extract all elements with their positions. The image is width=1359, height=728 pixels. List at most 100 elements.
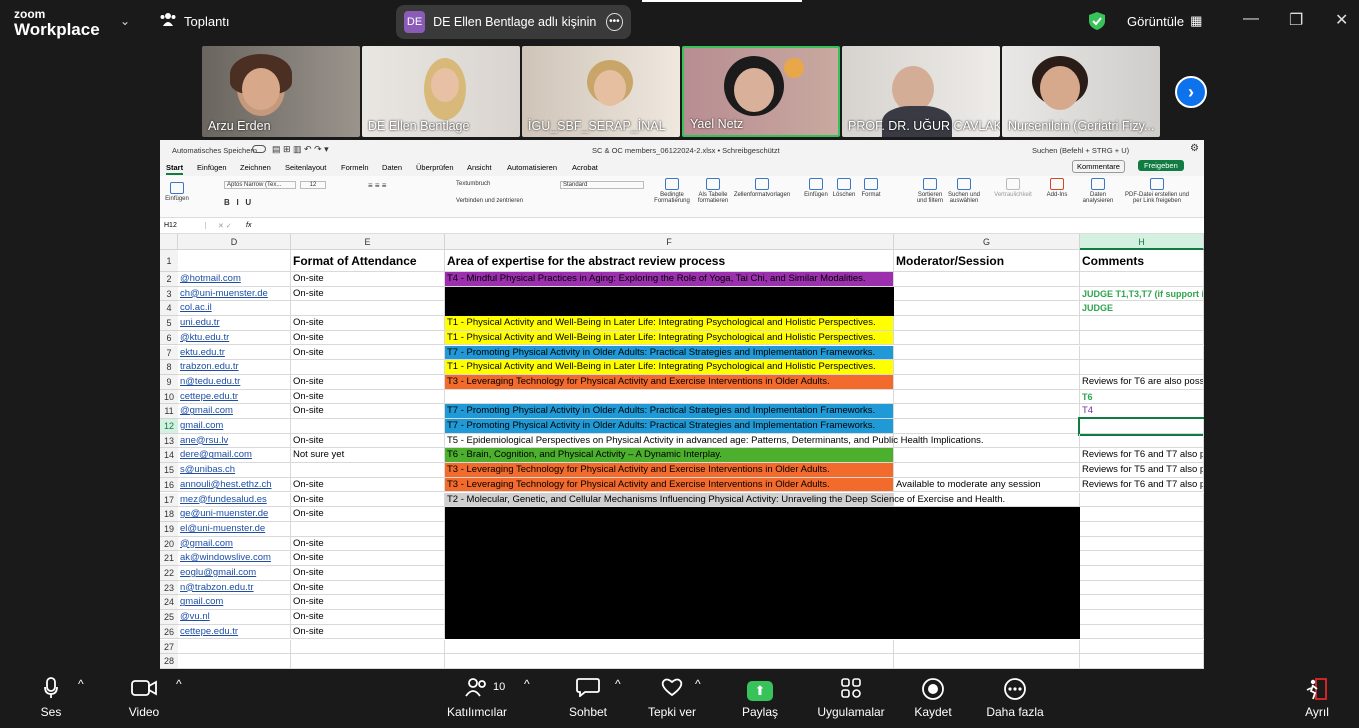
cell-h[interactable] [1080, 507, 1204, 522]
insert-cells-button[interactable]: Einfügen [802, 178, 830, 198]
cell-h[interactable]: JUDGE [1080, 301, 1204, 317]
chat-button[interactable]: Sohbet [566, 677, 610, 719]
wrap-text-button[interactable]: Textumbruch [456, 181, 490, 187]
cell-e[interactable]: On-site [291, 595, 445, 611]
cell-e[interactable] [291, 654, 445, 669]
row-header[interactable]: 14 [160, 448, 178, 464]
cell-f[interactable]: T7 - Promoting Physical Activity in Olde… [445, 404, 894, 419]
shield-check-icon[interactable] [1088, 11, 1106, 31]
next-page-button[interactable]: › [1175, 76, 1207, 108]
cell-d[interactable]: col.ac.il [178, 301, 291, 317]
conditional-format-button[interactable]: Bedingte Formatierung [653, 178, 691, 204]
analyze-data-button[interactable]: Daten analysieren [1078, 178, 1118, 204]
react-button[interactable]: Tepki ver [647, 677, 697, 719]
cell-f[interactable]: T3 - Leveraging Technology for Physical … [445, 477, 894, 493]
cell-e[interactable]: On-site [291, 507, 445, 522]
merge-center-button[interactable]: Verbinden und zentrieren [456, 198, 523, 204]
video-tile[interactable]: PROF. DR. UĞUR CAVLAK [842, 46, 1000, 137]
cell-h[interactable] [1080, 639, 1204, 655]
row-header[interactable]: 3 [160, 286, 178, 302]
tab-start[interactable]: Start [166, 163, 184, 175]
more-options-icon[interactable]: ••• [605, 13, 623, 31]
cell-d[interactable]: n@trabzon.edu.tr [178, 580, 291, 596]
more-button[interactable]: Daha fazla [986, 677, 1044, 719]
cell-h[interactable] [1080, 566, 1204, 581]
row-header[interactable]: 27 [160, 639, 178, 655]
cell-e[interactable] [291, 521, 445, 537]
sort-filter-button[interactable]: Sortieren und filtern [913, 178, 947, 204]
chevron-up-icon[interactable]: ^ [615, 677, 621, 691]
row-header[interactable]: 16 [160, 477, 178, 493]
cell-e[interactable]: On-site [291, 551, 445, 566]
record-button[interactable]: Kaydet [913, 677, 953, 719]
cell-h[interactable] [1080, 610, 1204, 625]
cell-d[interactable]: n@tedu.edu.tr [178, 374, 291, 390]
cell-h[interactable]: T6 [1080, 389, 1204, 405]
tab-data[interactable]: Daten [382, 163, 402, 172]
share-excel-button[interactable]: Freigeben [1138, 160, 1184, 171]
cell-d[interactable] [178, 639, 291, 655]
column-title-e[interactable]: Format of Attendance [291, 250, 445, 272]
cell-e[interactable]: Not sure yet [291, 448, 445, 464]
cell-f[interactable] [445, 389, 894, 405]
row-header[interactable]: 15 [160, 463, 178, 478]
column-header-e[interactable]: E [291, 234, 445, 250]
chevron-up-icon[interactable]: ^ [176, 677, 182, 691]
search-box[interactable]: Suchen (Befehl + STRG + U) [1032, 146, 1129, 155]
sensitivity-button[interactable]: Vertraulichkeit [990, 178, 1036, 198]
cell-d[interactable]: @ktu.edu.tr [178, 330, 291, 346]
chevron-up-icon[interactable]: ^ [524, 677, 530, 691]
autosave-toggle[interactable] [252, 145, 266, 153]
cell-h[interactable] [1080, 433, 1204, 449]
row-header[interactable]: 25 [160, 610, 178, 625]
row-header[interactable]: 13 [160, 433, 178, 449]
cell-d[interactable]: ch@uni-muenster.de [178, 286, 291, 302]
cell-e[interactable] [291, 360, 445, 375]
cell-f[interactable]: T7 - Promoting Physical Activity in Olde… [445, 345, 894, 361]
column-header-g[interactable]: G [894, 234, 1080, 250]
screen-share-indicator[interactable]: DE DE Ellen Bentlage adlı kişinin ekra •… [396, 5, 631, 39]
cell-h[interactable]: JUDGE T1,T3,T7 (if support is [1080, 286, 1204, 302]
cell-h[interactable] [1080, 521, 1204, 537]
cell-d[interactable]: mez@fundesalud.es [178, 492, 291, 508]
cell-e[interactable]: On-site [291, 624, 445, 640]
cell-d[interactable]: el@uni-muenster.de [178, 521, 291, 537]
row-header[interactable]: 20 [160, 536, 178, 552]
row-header[interactable]: 6 [160, 330, 178, 346]
cell-e[interactable]: On-site [291, 316, 445, 331]
cell-h[interactable] [1080, 330, 1204, 346]
column-title-g[interactable]: Moderator/Session [894, 250, 1080, 272]
cell-e[interactable]: On-site [291, 492, 445, 508]
tab-automate[interactable]: Automatisieren [507, 163, 557, 172]
cell-g[interactable]: Available to moderate any session [894, 477, 1080, 493]
cell-g[interactable] [894, 419, 1080, 434]
cell-g[interactable] [894, 404, 1080, 419]
column-title-h[interactable]: Comments [1080, 250, 1204, 272]
cell-f[interactable]: T4 - Mindful Physical Practices in Aging… [445, 272, 894, 287]
cell-f[interactable]: T7 - Promoting Physical Activity in Olde… [445, 419, 894, 434]
cell-d[interactable]: dere@gmail.com [178, 448, 291, 464]
cell-d[interactable]: cettepe.edu.tr [178, 389, 291, 405]
cell-d[interactable]: eoglu@gmail.com [178, 566, 291, 581]
meeting-menu-button[interactable]: Toplantı [160, 12, 230, 31]
cell-e[interactable] [291, 639, 445, 655]
paste-button[interactable]: Einfügen [164, 182, 190, 202]
tab-draw[interactable]: Zeichnen [240, 163, 271, 172]
cell-h[interactable] [1080, 272, 1204, 287]
cell-h[interactable] [1080, 316, 1204, 331]
cell-h[interactable] [1080, 595, 1204, 611]
restore-icon[interactable]: ❐ [1289, 10, 1303, 30]
leave-button[interactable]: Ayrıl [1302, 677, 1332, 719]
cell-e[interactable]: On-site [291, 404, 445, 419]
cell-g[interactable] [894, 433, 1080, 449]
tab-layout[interactable]: Seitenlayout [285, 163, 326, 172]
cell-f[interactable]: T6 - Brain, Cognition, and Physical Acti… [445, 448, 894, 464]
cell-d[interactable]: gmail.com [178, 419, 291, 434]
cell-d[interactable]: @gmail.com [178, 404, 291, 419]
cell-d[interactable]: gmail.com [178, 595, 291, 611]
minimize-icon[interactable]: — [1243, 10, 1259, 28]
cell-h[interactable]: Reviews for T6 are also possi [1080, 374, 1204, 390]
cell-d[interactable]: annouli@hest.ethz.ch [178, 477, 291, 493]
cell-e[interactable]: On-site [291, 345, 445, 361]
name-box[interactable]: H12 [164, 222, 206, 229]
